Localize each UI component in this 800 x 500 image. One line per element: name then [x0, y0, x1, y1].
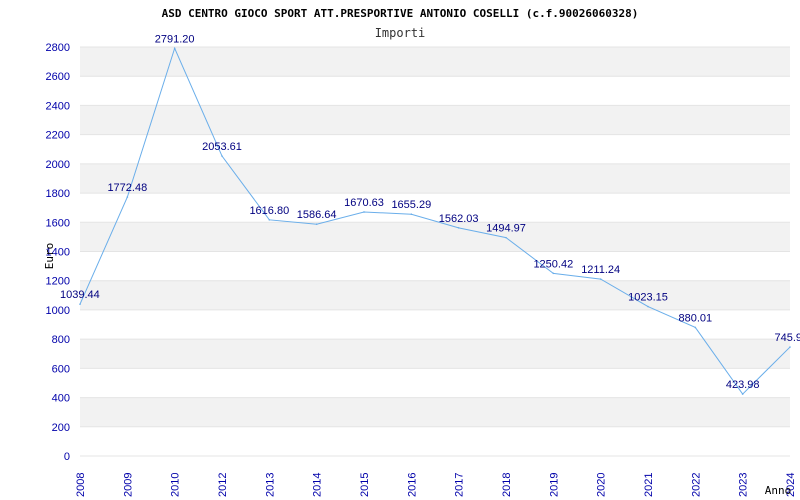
data-label: 1655.29	[391, 199, 431, 211]
data-point	[789, 346, 791, 348]
line-chart: ASD CENTRO GIOCO SPORT ATT.PRESPORTIVE A…	[43, 7, 800, 497]
data-label: 880.01	[679, 312, 713, 324]
x-tick-label: 2014	[312, 473, 324, 497]
grid-band	[80, 134, 790, 164]
x-tick-label: 2012	[217, 473, 229, 497]
data-label: 1586.64	[297, 209, 337, 221]
x-tick-label: 2018	[501, 473, 513, 497]
grid-bands	[80, 46, 790, 457]
grid-band	[80, 368, 790, 398]
y-tick-label: 1200	[46, 276, 70, 288]
data-label: 1250.42	[533, 258, 573, 270]
x-tick-label: 2008	[75, 473, 87, 497]
data-label: 1494.97	[486, 223, 526, 235]
data-point	[79, 303, 81, 305]
data-label: 745.9	[774, 332, 800, 344]
y-tick-label: 2000	[46, 159, 70, 171]
y-tick-label: 400	[52, 393, 70, 405]
y-tick-label: 0	[64, 451, 70, 463]
data-point	[599, 278, 602, 280]
x-tick-label: 2009	[122, 473, 134, 497]
y-tick-label: 600	[52, 363, 70, 375]
chart-subtitle: Importi	[375, 26, 426, 40]
grid-band	[80, 397, 790, 427]
y-axis-label: Euro	[43, 243, 56, 270]
y-tick-label: 1600	[46, 217, 70, 229]
grid-band	[80, 251, 790, 281]
y-tick-label: 2600	[46, 71, 70, 83]
data-label: 1772.48	[107, 182, 147, 194]
x-tick-label: 2019	[548, 473, 560, 497]
grid-band	[80, 339, 790, 369]
grid-band	[80, 222, 790, 252]
data-label: 2791.20	[155, 33, 195, 45]
data-label: 1670.63	[344, 197, 384, 209]
data-point	[363, 211, 365, 213]
x-tick-label: 2015	[359, 473, 371, 497]
grid-band	[80, 163, 790, 194]
data-point	[268, 219, 271, 221]
data-point	[694, 326, 697, 329]
data-point	[741, 393, 744, 395]
data-label: 423.98	[726, 379, 760, 391]
x-axis-ticks: 2008 2009 2010 2012 2013 2014 2015 2016 2017 2018…	[75, 473, 797, 497]
x-tick-label: 2016	[406, 473, 418, 497]
y-tick-label: 800	[52, 334, 70, 346]
x-tick-label: 2022	[690, 473, 702, 497]
y-tick-label: 2800	[46, 42, 70, 54]
y-tick-label: 1800	[46, 188, 70, 200]
x-axis-label: Anno	[765, 484, 792, 497]
data-point	[126, 196, 129, 198]
x-tick-label: 2017	[454, 473, 466, 497]
data-point	[173, 47, 176, 50]
data-point	[315, 223, 318, 226]
data-point	[552, 272, 555, 275]
x-tick-label: 2021	[643, 473, 655, 497]
data-point	[457, 227, 460, 229]
grid-band	[80, 47, 790, 77]
data-label: 2053.61	[202, 141, 242, 153]
data-label: 1562.03	[439, 213, 479, 225]
data-point	[647, 305, 649, 308]
y-tick-label: 2200	[46, 130, 70, 142]
data-label: 1023.15	[628, 292, 668, 304]
data-point	[221, 155, 223, 157]
chart-title: ASD CENTRO GIOCO SPORT ATT.PRESPORTIVE A…	[162, 7, 639, 20]
grid-band	[80, 193, 790, 223]
grid-band	[80, 105, 790, 135]
data-label: 1211.24	[581, 264, 620, 276]
y-tick-label: 200	[52, 422, 70, 434]
data-point	[410, 213, 413, 216]
x-tick-label: 2013	[264, 473, 276, 497]
x-tick-label: 2010	[170, 473, 182, 497]
data-point	[505, 236, 507, 239]
data-label: 1039.44	[60, 289, 100, 301]
y-tick-label: 1000	[46, 305, 70, 317]
grid-band	[80, 76, 790, 106]
grid-band	[80, 426, 790, 456]
grid-band	[80, 280, 790, 310]
data-label: 1616.80	[249, 205, 289, 217]
x-tick-label: 2023	[738, 473, 750, 497]
x-tick-label: 2020	[596, 473, 608, 497]
y-tick-label: 2400	[46, 100, 70, 112]
